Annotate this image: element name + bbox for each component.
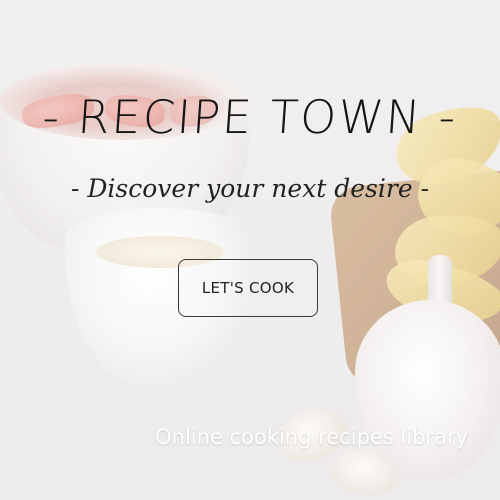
hero-section: - RECIPE TOWN - - Discover your next des…: [0, 0, 500, 500]
site-title: - RECIPE TOWN -: [40, 90, 460, 144]
lets-cook-button[interactable]: LET'S COOK: [178, 259, 318, 317]
site-subtitle: - Discover your next desire -: [70, 174, 430, 203]
site-tagline: Online cooking recipes library: [155, 425, 468, 449]
